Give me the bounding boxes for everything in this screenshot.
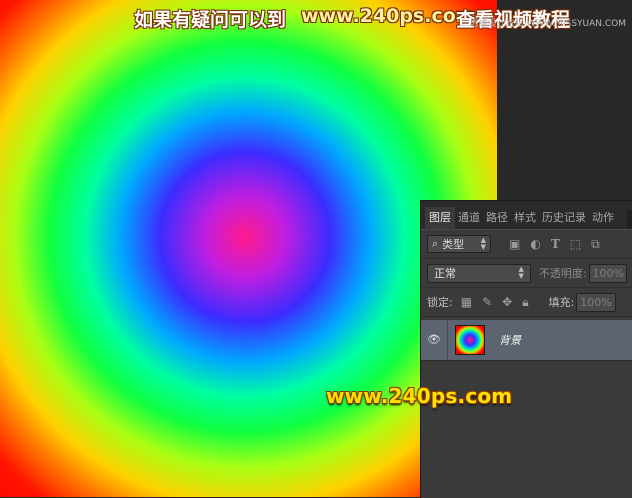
smart-object-filter-icon[interactable]: ⧉ bbox=[591, 237, 600, 252]
lock-brush-icon[interactable]: ✎ bbox=[482, 295, 492, 310]
lock-all-icon[interactable]: 🔒︎ bbox=[522, 295, 528, 310]
adjustment-filter-icon[interactable]: ◐ bbox=[530, 237, 540, 252]
layer-filter-select[interactable]: ⌕ 类型 ▲ ▼ bbox=[427, 235, 491, 253]
lock-icons: ▦ ✎ ✥ 🔒︎ bbox=[461, 295, 529, 310]
panel-tabs: 图层 通道 路径 样式 历史记录 动作 bbox=[421, 201, 632, 230]
select-arrows-icon: ▲ ▼ bbox=[480, 236, 486, 251]
image-filter-icon[interactable]: ▣ bbox=[509, 237, 520, 252]
filter-type-label: 类型 bbox=[442, 238, 465, 251]
visibility-eye-icon[interactable]: 👁︎ bbox=[421, 320, 448, 360]
lock-label: 锁定: bbox=[427, 296, 453, 309]
tab-actions[interactable]: 动作 bbox=[589, 207, 617, 229]
bottom-watermark: www.240ps.com bbox=[326, 384, 513, 408]
filter-row: ⌕ 类型 ▲ ▼ ▣ ◐ T ⬚ ⧉ bbox=[421, 230, 632, 259]
opacity-label: 不透明度: bbox=[538, 267, 587, 280]
tab-layers[interactable]: 图层 bbox=[425, 207, 455, 229]
layer-thumbnail bbox=[455, 325, 485, 355]
fill-input[interactable]: 100% bbox=[576, 292, 617, 312]
lock-transparency-icon[interactable]: ▦ bbox=[461, 295, 472, 310]
layer-item[interactable]: 👁︎ 背景 bbox=[421, 320, 632, 361]
filter-icons: ▣ ◐ T ⬚ ⧉ bbox=[509, 237, 600, 252]
caption-url: www.240ps.com bbox=[301, 5, 476, 27]
layer-name[interactable]: 背景 bbox=[499, 332, 521, 348]
tab-styles[interactable]: 样式 bbox=[511, 207, 539, 229]
blend-mode-select[interactable]: 正常 ▲ ▼ bbox=[427, 263, 531, 283]
layers-panel: 图层 通道 路径 样式 历史记录 动作 ⌕ 类型 ▲ ▼ ▣ ◐ T ⬚ ⧉ 正常… bbox=[420, 200, 632, 498]
blend-row: 正常 ▲ ▼ 不透明度: 100% bbox=[421, 259, 632, 288]
caption-text: 如果有疑问可以到 bbox=[134, 9, 287, 31]
tab-history[interactable]: 历史记录 bbox=[539, 207, 589, 229]
opacity-input[interactable]: 100% bbox=[588, 263, 627, 283]
type-filter-icon[interactable]: T bbox=[551, 237, 560, 252]
lock-position-icon[interactable]: ✥ bbox=[502, 295, 512, 310]
lock-row: 锁定: ▦ ✎ ✥ 🔒︎ 填充: 100% bbox=[421, 288, 632, 317]
fill-label: 填充: bbox=[548, 296, 575, 309]
shape-filter-icon[interactable]: ⬚ bbox=[570, 237, 581, 252]
tab-channels[interactable]: 通道 bbox=[455, 207, 483, 229]
search-icon: ⌕ bbox=[432, 237, 439, 250]
corner-watermark: 思缘设计论坛 WWW.MISSYUAN.COM bbox=[469, 19, 626, 29]
select-arrows-icon: ▲ ▼ bbox=[518, 265, 524, 280]
tab-paths[interactable]: 路径 bbox=[483, 207, 511, 229]
blend-mode-value: 正常 bbox=[434, 267, 456, 280]
panel-menu-button[interactable] bbox=[627, 210, 632, 229]
